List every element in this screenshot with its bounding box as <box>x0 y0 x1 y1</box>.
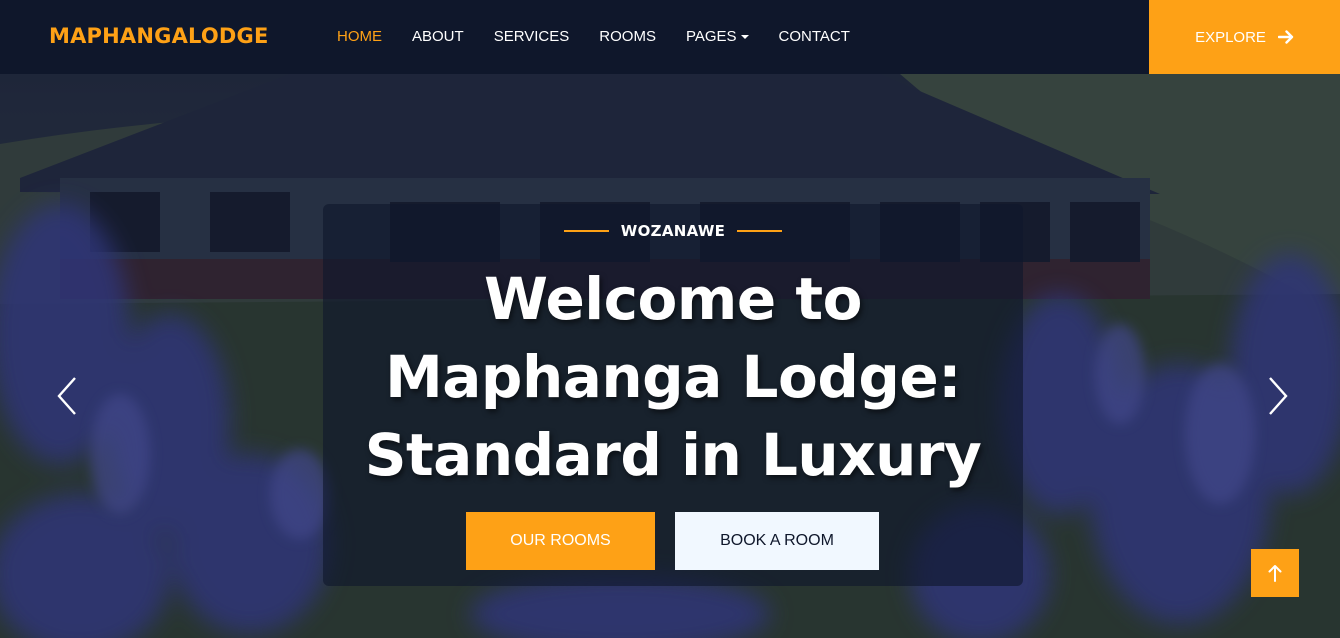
hero-subtitle-row: WOZANAWE <box>323 222 1023 240</box>
chevron-left-icon <box>57 377 76 415</box>
nav-services[interactable]: SERVICES <box>494 28 570 45</box>
carousel-next-button[interactable] <box>1262 374 1292 418</box>
arrow-up-icon <box>1268 565 1282 582</box>
nav-contact[interactable]: CONTACT <box>779 28 850 45</box>
back-to-top-button[interactable] <box>1251 549 1299 597</box>
our-rooms-button[interactable]: OUR ROOMS <box>466 512 655 570</box>
hero-subtitle: WOZANAWE <box>620 222 726 240</box>
arrow-right-icon <box>1277 29 1294 45</box>
carousel-prev-button[interactable] <box>53 374 83 418</box>
explore-button[interactable]: EXPLORE <box>1149 0 1340 74</box>
nav-rooms-label: ROOMS <box>599 28 656 45</box>
nav-contact-label: CONTACT <box>778 28 850 45</box>
hero-title-line-2: Maphanga Lodge: <box>385 343 961 411</box>
explore-label: EXPLORE <box>1195 28 1266 46</box>
nav-services-label: SERVICES <box>493 28 570 45</box>
nav-home-label: HOME <box>337 28 382 45</box>
nav-pages-label: PAGES <box>685 28 737 45</box>
hero-title: Welcome to Maphanga Lodge: Standard in L… <box>323 260 1023 494</box>
nav-about[interactable]: ABOUT <box>412 28 464 45</box>
subtitle-divider-left <box>563 230 609 232</box>
hero-title-line-1: Welcome to <box>484 265 862 333</box>
nav-about-label: ABOUT <box>412 28 464 45</box>
navbar: MAPHANGALODGE HOME ABOUT SERVICES ROOMS … <box>0 0 1340 74</box>
nav-home[interactable]: HOME <box>337 28 382 45</box>
hero-carousel: WOZANAWE Welcome to Maphanga Lodge: Stan… <box>0 74 1340 638</box>
nav-rooms[interactable]: ROOMS <box>599 28 656 45</box>
subtitle-divider-right <box>737 230 783 232</box>
main-nav: HOME ABOUT SERVICES ROOMS PAGES CONTACT <box>337 28 880 45</box>
hero-title-line-3: Standard in Luxury <box>364 421 982 489</box>
hero-caption: WOZANAWE Welcome to Maphanga Lodge: Stan… <box>323 204 1023 586</box>
nav-pages-dropdown[interactable]: PAGES <box>686 28 749 45</box>
book-room-button[interactable]: BOOK A ROOM <box>675 512 879 570</box>
brand-logo[interactable]: MAPHANGALODGE <box>49 24 269 48</box>
caret-down-icon <box>740 35 749 39</box>
chevron-right-icon <box>1269 377 1288 415</box>
